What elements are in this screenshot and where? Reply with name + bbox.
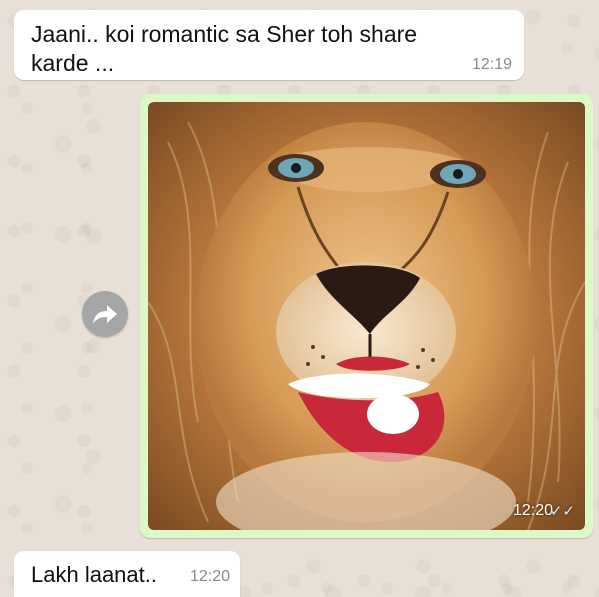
incoming-message-bubble[interactable]: Jaani.. koi romantic sa Sher toh share k… xyxy=(14,10,524,80)
message-text: Lakh laanat.. xyxy=(31,562,157,587)
double-tick-icon: ✓✓ xyxy=(549,503,575,520)
message-timestamp: 12:20 xyxy=(512,502,553,519)
lion-photo[interactable]: 12:20 ✓✓ xyxy=(148,102,585,530)
forward-button[interactable] xyxy=(82,291,128,337)
message-timestamp: 12:20 xyxy=(189,568,230,585)
incoming-message-bubble[interactable]: Lakh laanat.. 12:20 xyxy=(14,551,240,597)
outgoing-image-message[interactable]: 12:20 ✓✓ xyxy=(140,94,593,538)
message-timestamp: 12:19 xyxy=(471,56,512,73)
message-text: Jaani.. koi romantic sa Sher toh share k… xyxy=(31,21,418,76)
forward-arrow-icon xyxy=(93,305,117,324)
